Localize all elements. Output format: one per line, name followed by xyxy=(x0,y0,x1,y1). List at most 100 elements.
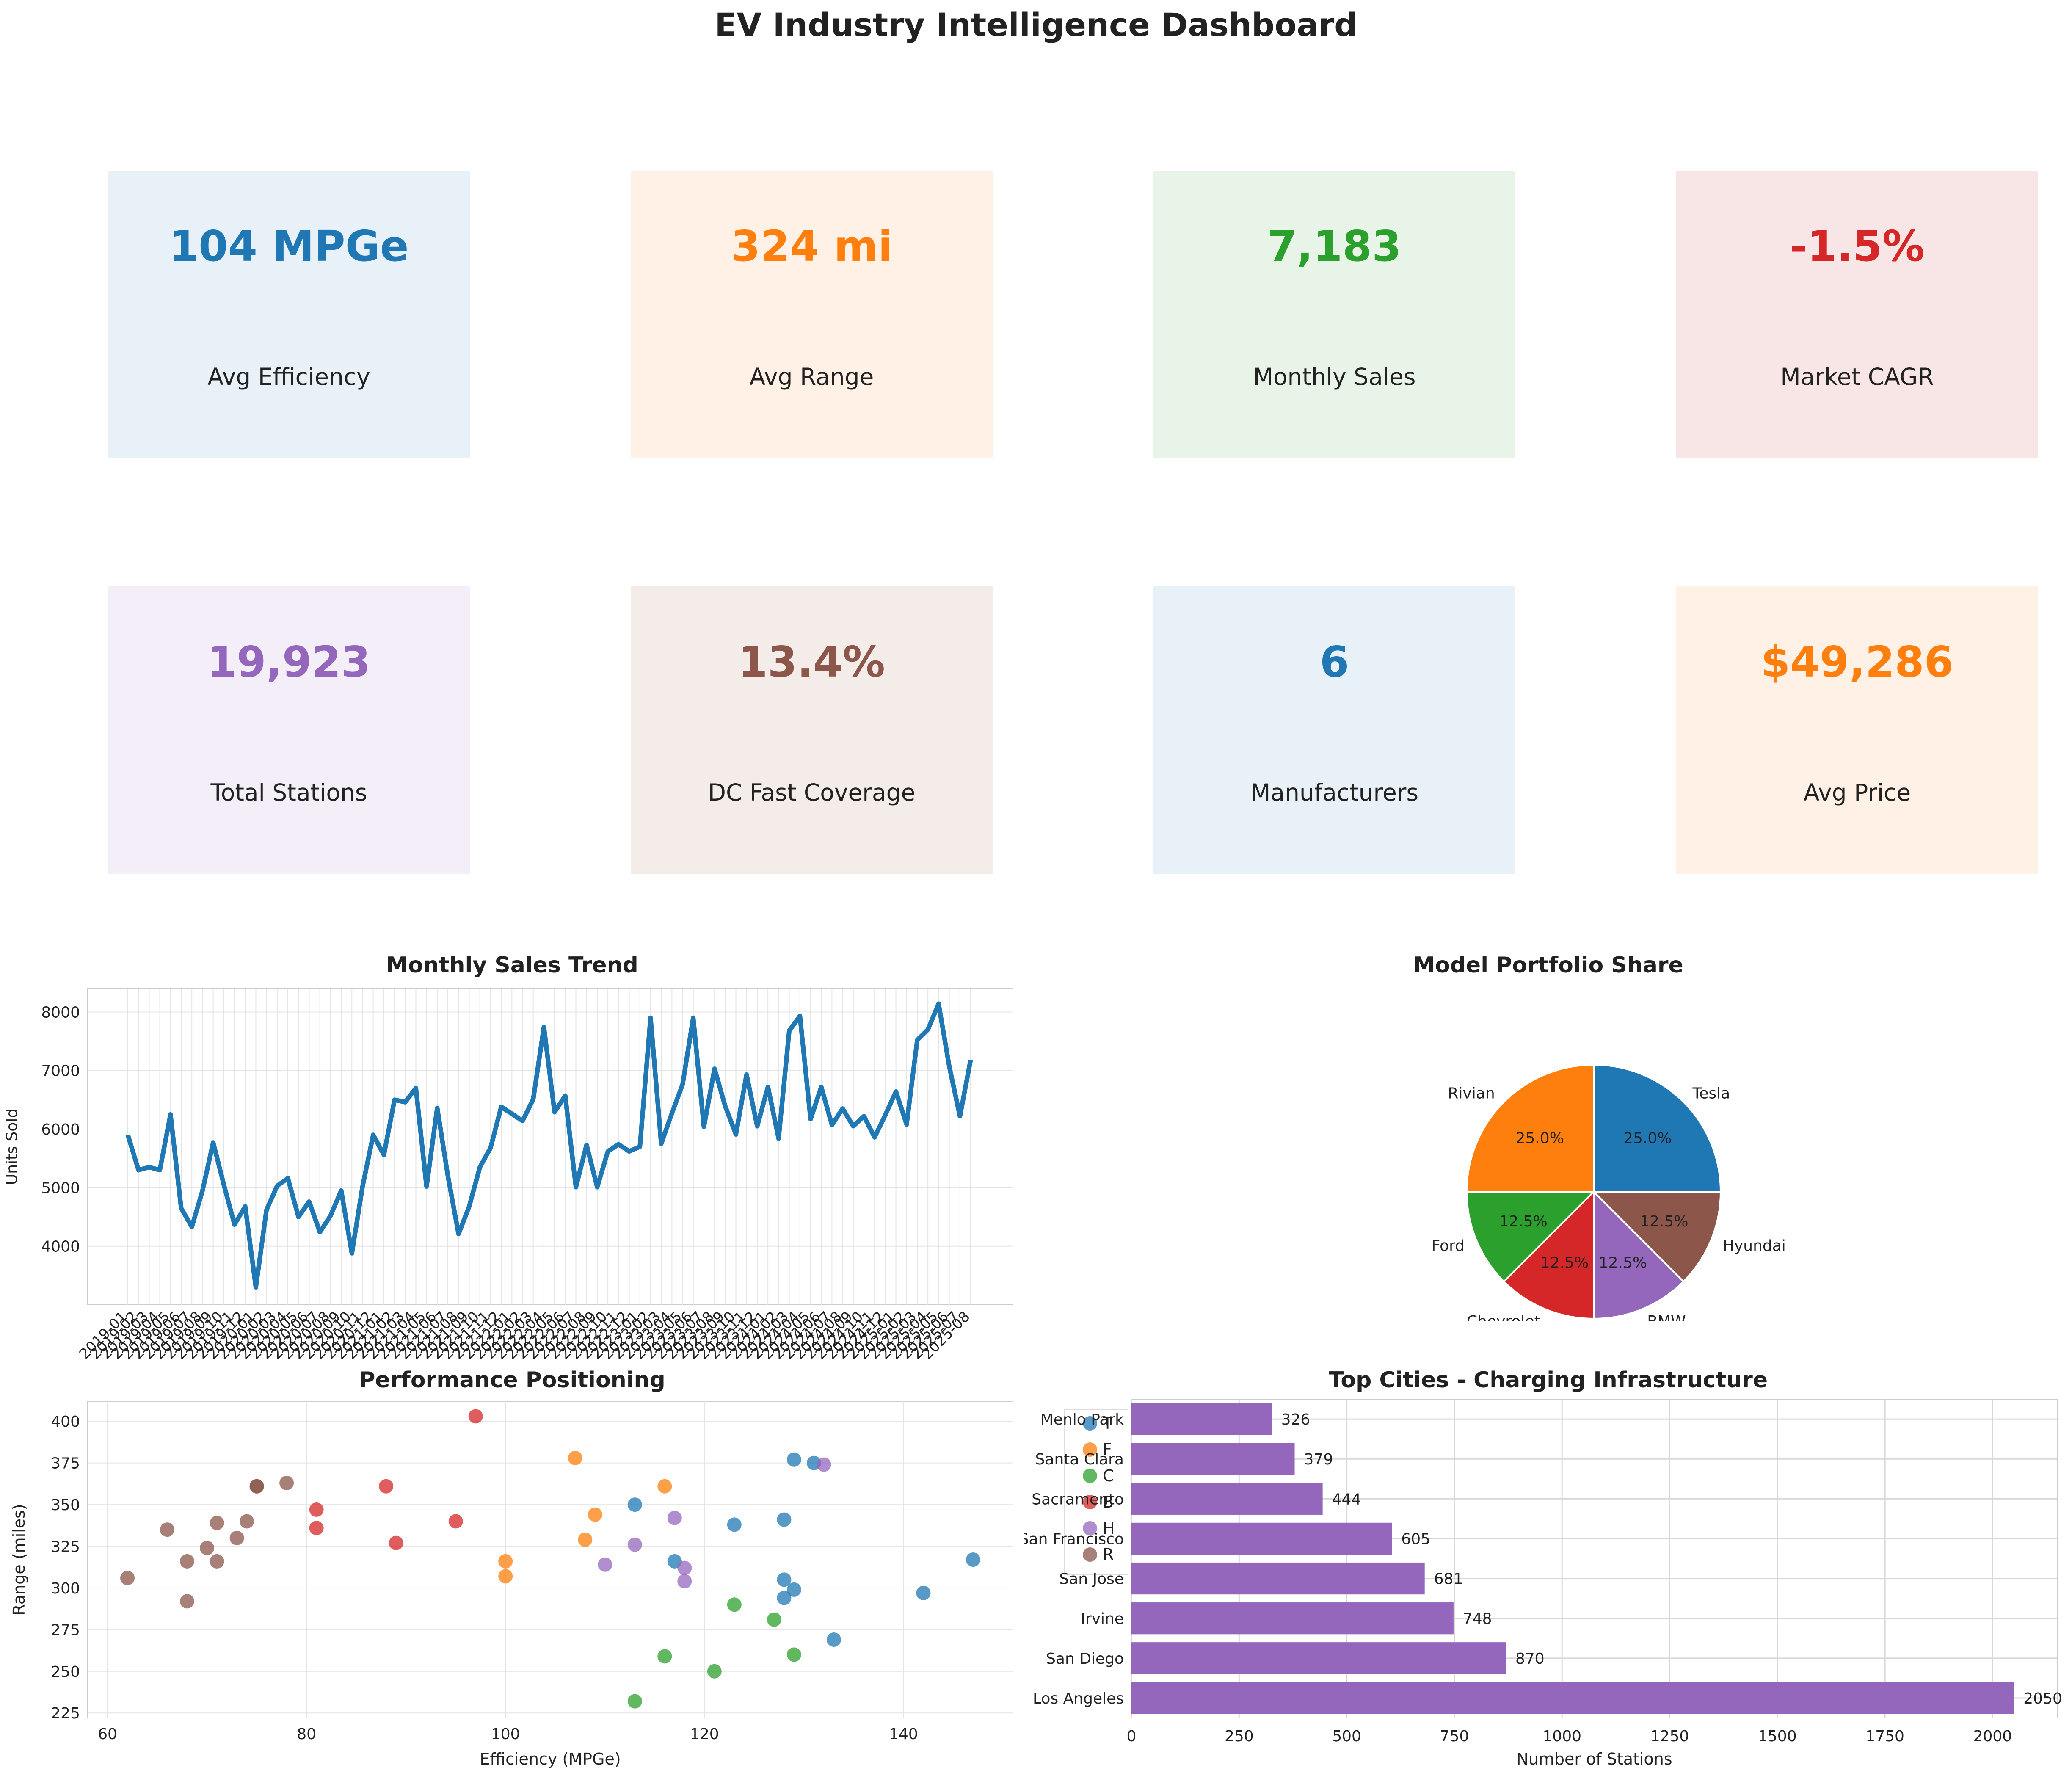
scatter-point xyxy=(627,1694,642,1709)
kpi-label: Avg Price xyxy=(1803,779,1911,806)
x-tick-label: 120 xyxy=(690,1726,719,1743)
bar-san-jose xyxy=(1131,1562,1425,1595)
y-tick-label: 8000 xyxy=(41,1004,80,1021)
kpi-value: 104 MPGe xyxy=(169,221,409,271)
y-tick-label: 275 xyxy=(51,1621,80,1639)
bar-value-label: 870 xyxy=(1515,1650,1545,1668)
y-tick-label: 375 xyxy=(51,1455,80,1472)
category-label: Sacramento xyxy=(1032,1491,1124,1508)
x-tick-label: 80 xyxy=(297,1726,316,1743)
plot-area xyxy=(87,988,1013,1305)
category-label: San Francisco xyxy=(1024,1530,1124,1548)
pie-slice-label: BMW xyxy=(1647,1313,1686,1321)
bar-value-label: 748 xyxy=(1463,1610,1492,1628)
legend-marker xyxy=(1083,1469,1097,1483)
kpi-card-manufacturers: 6 Manufacturers xyxy=(1153,586,1515,874)
kpi-card-avg-price: $49,286 Avg Price xyxy=(1676,586,2038,874)
monthly-sales-panel: Monthly Sales Trend 4000 5000 6000 7000 8000… xyxy=(0,948,1024,1372)
scatter-point xyxy=(916,1585,931,1600)
pie-pct-label: 25.0% xyxy=(1516,1130,1564,1147)
kpi-value: 13.4% xyxy=(738,637,885,687)
kpi-value: $49,286 xyxy=(1760,637,1954,687)
scatter-point xyxy=(448,1514,463,1529)
pie-pct-label: 25.0% xyxy=(1623,1130,1672,1147)
bar-value-label: 2050 xyxy=(2023,1690,2062,1707)
y-tick-label: 250 xyxy=(51,1663,80,1681)
performance-panel: Performance Positioning 60 80 100 120 140 225… xyxy=(0,1367,1024,1784)
kpi-value: -1.5% xyxy=(1790,221,1925,271)
x-tick-label: 140 xyxy=(889,1726,918,1743)
x-tick-label: 60 xyxy=(98,1726,117,1743)
bar-value-label: 444 xyxy=(1332,1491,1361,1508)
scatter-point xyxy=(210,1516,224,1530)
x-tick-label: 250 xyxy=(1225,1728,1254,1745)
kpi-value: 6 xyxy=(1319,637,1349,687)
category-label: San Diego xyxy=(1046,1650,1124,1668)
bar-menlo-park xyxy=(1131,1403,1272,1435)
category-label: San Jose xyxy=(1059,1571,1124,1588)
scatter-point xyxy=(249,1479,264,1494)
bar-irvine xyxy=(1131,1602,1454,1635)
legend-label: R xyxy=(1103,1545,1114,1564)
scatter-point xyxy=(210,1554,224,1569)
scatter-point xyxy=(826,1632,841,1647)
y-tick-label: 350 xyxy=(51,1497,80,1514)
charging-cities-panel: Top Cities - Charging Infrastructure TFC… xyxy=(1024,1367,2072,1784)
scatter-point xyxy=(309,1521,324,1535)
scatter-point xyxy=(588,1507,602,1522)
scatter-point xyxy=(657,1479,672,1494)
scatter-point xyxy=(578,1532,593,1547)
scatter-point xyxy=(598,1557,612,1572)
scatter-point xyxy=(309,1502,324,1517)
scatter-point xyxy=(786,1582,801,1597)
plot-area xyxy=(87,1401,1013,1718)
pie-pct-label: 12.5% xyxy=(1640,1213,1688,1230)
category-label: Menlo Park xyxy=(1040,1411,1124,1428)
legend-label: C xyxy=(1103,1466,1114,1485)
scatter-point xyxy=(389,1535,403,1550)
y-tick-label: 5000 xyxy=(41,1179,80,1197)
pie-pct-label: 12.5% xyxy=(1540,1254,1589,1271)
scatter-point xyxy=(379,1479,394,1494)
bar-santa-clara xyxy=(1131,1443,1295,1475)
y-axis-label: Units Sold xyxy=(3,1108,21,1185)
scatter-point xyxy=(240,1514,254,1529)
bar-value-label: 379 xyxy=(1304,1451,1333,1468)
pie-slice-label: Tesla xyxy=(1692,1085,1730,1102)
y-tick-label: 225 xyxy=(51,1705,80,1722)
x-tick-label: 500 xyxy=(1332,1728,1361,1745)
portfolio-share-panel: Model Portfolio Share 25.0% Tesla 12.5% Hyu… xyxy=(1024,948,2072,1321)
pie-slice-rivian xyxy=(1465,1063,1595,1193)
x-tick-label: 1750 xyxy=(1865,1728,1904,1745)
scatter-point xyxy=(667,1511,682,1525)
kpi-label: Market CAGR xyxy=(1780,363,1934,390)
pie-slice-label: Chevrolet xyxy=(1467,1313,1540,1321)
scatter-point xyxy=(727,1517,742,1532)
x-tick-label: 0 xyxy=(1127,1728,1137,1745)
y-tick-label: 6000 xyxy=(41,1121,80,1138)
legend-marker xyxy=(1083,1547,1097,1562)
scatter-point xyxy=(498,1569,513,1584)
kpi-value: 324 mi xyxy=(731,221,893,271)
scatter-point xyxy=(966,1552,980,1567)
kpi-card-total-stations: 19,923 Total Stations xyxy=(108,586,470,874)
x-tick-label: 1250 xyxy=(1650,1728,1689,1745)
portfolio-pie-chart: 25.0% Tesla 12.5% Hyundai 12.5% BMW 12.5% Chevr… xyxy=(1432,1063,1786,1321)
kpi-card-avg-range: 324 mi Avg Range xyxy=(631,171,993,458)
kpi-value: 19,923 xyxy=(207,637,371,687)
scatter-point xyxy=(657,1649,672,1664)
monthly-sales-chart: 400050006000700080002019-012019-022019-0… xyxy=(3,988,1013,1363)
scatter-point xyxy=(627,1537,642,1552)
y-tick-label: 7000 xyxy=(41,1063,80,1080)
kpi-label: Avg Efficiency xyxy=(207,363,370,390)
x-tick-label: 100 xyxy=(491,1726,520,1743)
scatter-point xyxy=(627,1497,642,1512)
bar-sacramento xyxy=(1131,1483,1323,1515)
dashboard-title: EV Industry Intelligence Dashboard xyxy=(715,6,1357,44)
kpi-card-monthly-sales: 7,183 Monthly Sales xyxy=(1153,171,1515,458)
y-tick-label: 300 xyxy=(51,1580,80,1597)
scatter-point xyxy=(707,1664,722,1679)
scatter-point xyxy=(786,1647,801,1662)
category-label: Los Angeles xyxy=(1033,1690,1124,1707)
x-tick-label: 1500 xyxy=(1758,1728,1797,1745)
